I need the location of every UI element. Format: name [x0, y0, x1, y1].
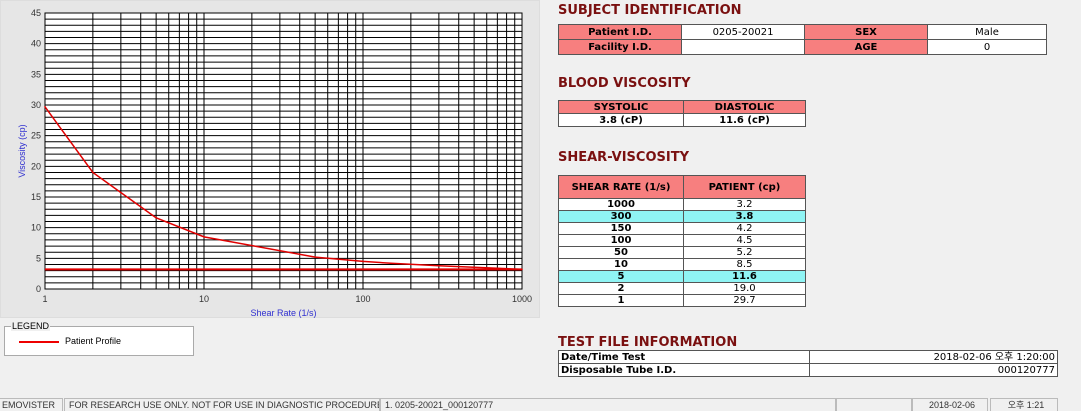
shear-rate-cell: 2 [558, 282, 684, 295]
y-tick-label: 20 [31, 161, 41, 171]
sex-label: SEX [804, 24, 928, 40]
data-point [203, 236, 205, 238]
shear-rate-cell: 50 [558, 246, 684, 259]
shear-rate-header: SHEAR RATE (1/s) [558, 175, 684, 199]
facility-id-label: Facility I.D. [558, 39, 682, 55]
datetime-value: 2018-02-06 오후 1:20:00 [809, 350, 1058, 364]
y-tick-label: 45 [31, 8, 41, 18]
viscosity-chart: 0 5 10 15 20 25 30 35 40 45 1 10 100 1000 Shear Rate (… [17, 8, 532, 318]
patient-id-label: Patient I.D. [558, 24, 682, 40]
patient-cp-cell: 3.2 [683, 198, 806, 211]
blood-viscosity-table: SYSTOLIC DIASTOLIC 3.8 (cP) 11.6 (cP) [558, 100, 806, 127]
shear-row: 1000 3.2 [558, 198, 806, 211]
shear-viscosity-title: SHEAR-VISCOSITY [558, 150, 689, 165]
patient-cp-cell: 5.2 [683, 246, 806, 259]
y-tick-label: 10 [31, 223, 41, 233]
shear-row: 10 8.5 [558, 258, 806, 271]
y-tick-label: 35 [31, 69, 41, 79]
shear-rate-cell: 5 [558, 270, 684, 283]
shear-rate-cell: 100 [558, 234, 684, 247]
legend-title: LEGEND [11, 321, 51, 331]
tube-id-label: Disposable Tube I.D. [558, 363, 810, 377]
shear-row: 100 4.5 [558, 234, 806, 247]
patient-cp-cell: 11.6 [683, 270, 806, 283]
diastolic-label: DIASTOLIC [683, 100, 806, 114]
tube-id-value: 000120777 [809, 363, 1058, 377]
x-tick-label: 1 [42, 294, 47, 304]
test-file-title: TEST FILE INFORMATION [558, 335, 738, 350]
data-point [314, 256, 316, 258]
subject-title: SUBJECT IDENTIFICATION [558, 3, 742, 18]
data-point [521, 268, 523, 271]
patient-cp-cell: 4.2 [683, 222, 806, 235]
age-value: 0 [927, 39, 1047, 55]
x-tick-label: 1000 [512, 294, 532, 304]
shear-row: 5 11.6 [558, 270, 806, 283]
shear-row: 50 5.2 [558, 246, 806, 259]
data-point [362, 260, 364, 263]
status-notice: FOR RESEARCH USE ONLY. NOT FOR USE IN DI… [64, 398, 380, 411]
viscosity-chart-panel: 0 5 10 15 20 25 30 35 40 45 1 10 100 1000 Shear Rate (… [0, 0, 540, 318]
systolic-value: 3.8 (cP) [558, 113, 684, 127]
legend-item: Patient Profile [65, 336, 122, 346]
diastolic-value: 11.6 (cP) [683, 113, 806, 127]
patient-id-value: 0205-20021 [681, 24, 805, 40]
shear-row: 150 4.2 [558, 222, 806, 235]
legend-line-swatch [19, 341, 59, 343]
y-tick-label: 25 [31, 131, 41, 141]
shear-row: 1 29.7 [558, 294, 806, 307]
shear-viscosity-table: SHEAR RATE (1/s) PATIENT (cp) 1000 3.2 300 3… [558, 175, 806, 307]
y-axis-label: Viscosity (cp) [17, 124, 27, 177]
shear-rate-cell: 300 [558, 210, 684, 223]
y-tick-label: 5 [36, 253, 41, 263]
systolic-label: SYSTOLIC [558, 100, 684, 114]
patient-cp-cell: 3.8 [683, 210, 806, 223]
status-empty [836, 398, 912, 411]
status-bar: EMOVISTER FOR RESEARCH USE ONLY. NOT FOR… [0, 398, 1081, 411]
patient-cp-header: PATIENT (cp) [683, 175, 806, 199]
data-point [390, 262, 392, 265]
data-point [155, 217, 157, 219]
shear-row: 300 3.8 [558, 210, 806, 223]
data-point [92, 171, 94, 174]
datetime-label: Date/Time Test [558, 350, 810, 364]
x-tick-label: 100 [355, 294, 370, 304]
patient-cp-cell: 29.7 [683, 294, 806, 307]
data-point [44, 106, 46, 108]
x-tick-label: 10 [199, 294, 209, 304]
subject-table: Patient I.D. 0205-20021 SEX Male Facility I… [558, 24, 1047, 55]
shear-rate-cell: 1000 [558, 198, 684, 211]
y-tick-label: 15 [31, 192, 41, 202]
y-tick-label: 30 [31, 100, 41, 110]
test-file-table: Date/Time Test 2018-02-06 오후 1:20:00 Disp… [558, 350, 1058, 377]
patient-cp-cell: 19.0 [683, 282, 806, 295]
data-point [438, 264, 440, 267]
blood-viscosity-title: BLOOD VISCOSITY [558, 76, 691, 91]
status-time: 오후 1:21 [990, 398, 1058, 411]
sex-value: Male [927, 24, 1047, 40]
y-tick-label: 0 [36, 284, 41, 294]
x-axis-label: Shear Rate (1/s) [250, 308, 316, 318]
shear-rate-cell: 10 [558, 258, 684, 271]
status-file: 1. 0205-20021_000120777 [380, 398, 836, 411]
status-app: EMOVISTER [0, 398, 63, 411]
legend: LEGEND Patient Profile [4, 321, 194, 356]
plot-area [44, 12, 523, 290]
shear-row: 2 19.0 [558, 282, 806, 295]
patient-cp-cell: 4.5 [683, 234, 806, 247]
shear-rate-cell: 150 [558, 222, 684, 235]
y-tick-label: 40 [31, 39, 41, 49]
facility-id-value [681, 39, 805, 55]
age-label: AGE [804, 39, 928, 55]
patient-cp-cell: 8.5 [683, 258, 806, 271]
status-date: 2018-02-06 [912, 398, 988, 411]
shear-rate-cell: 1 [558, 294, 684, 307]
